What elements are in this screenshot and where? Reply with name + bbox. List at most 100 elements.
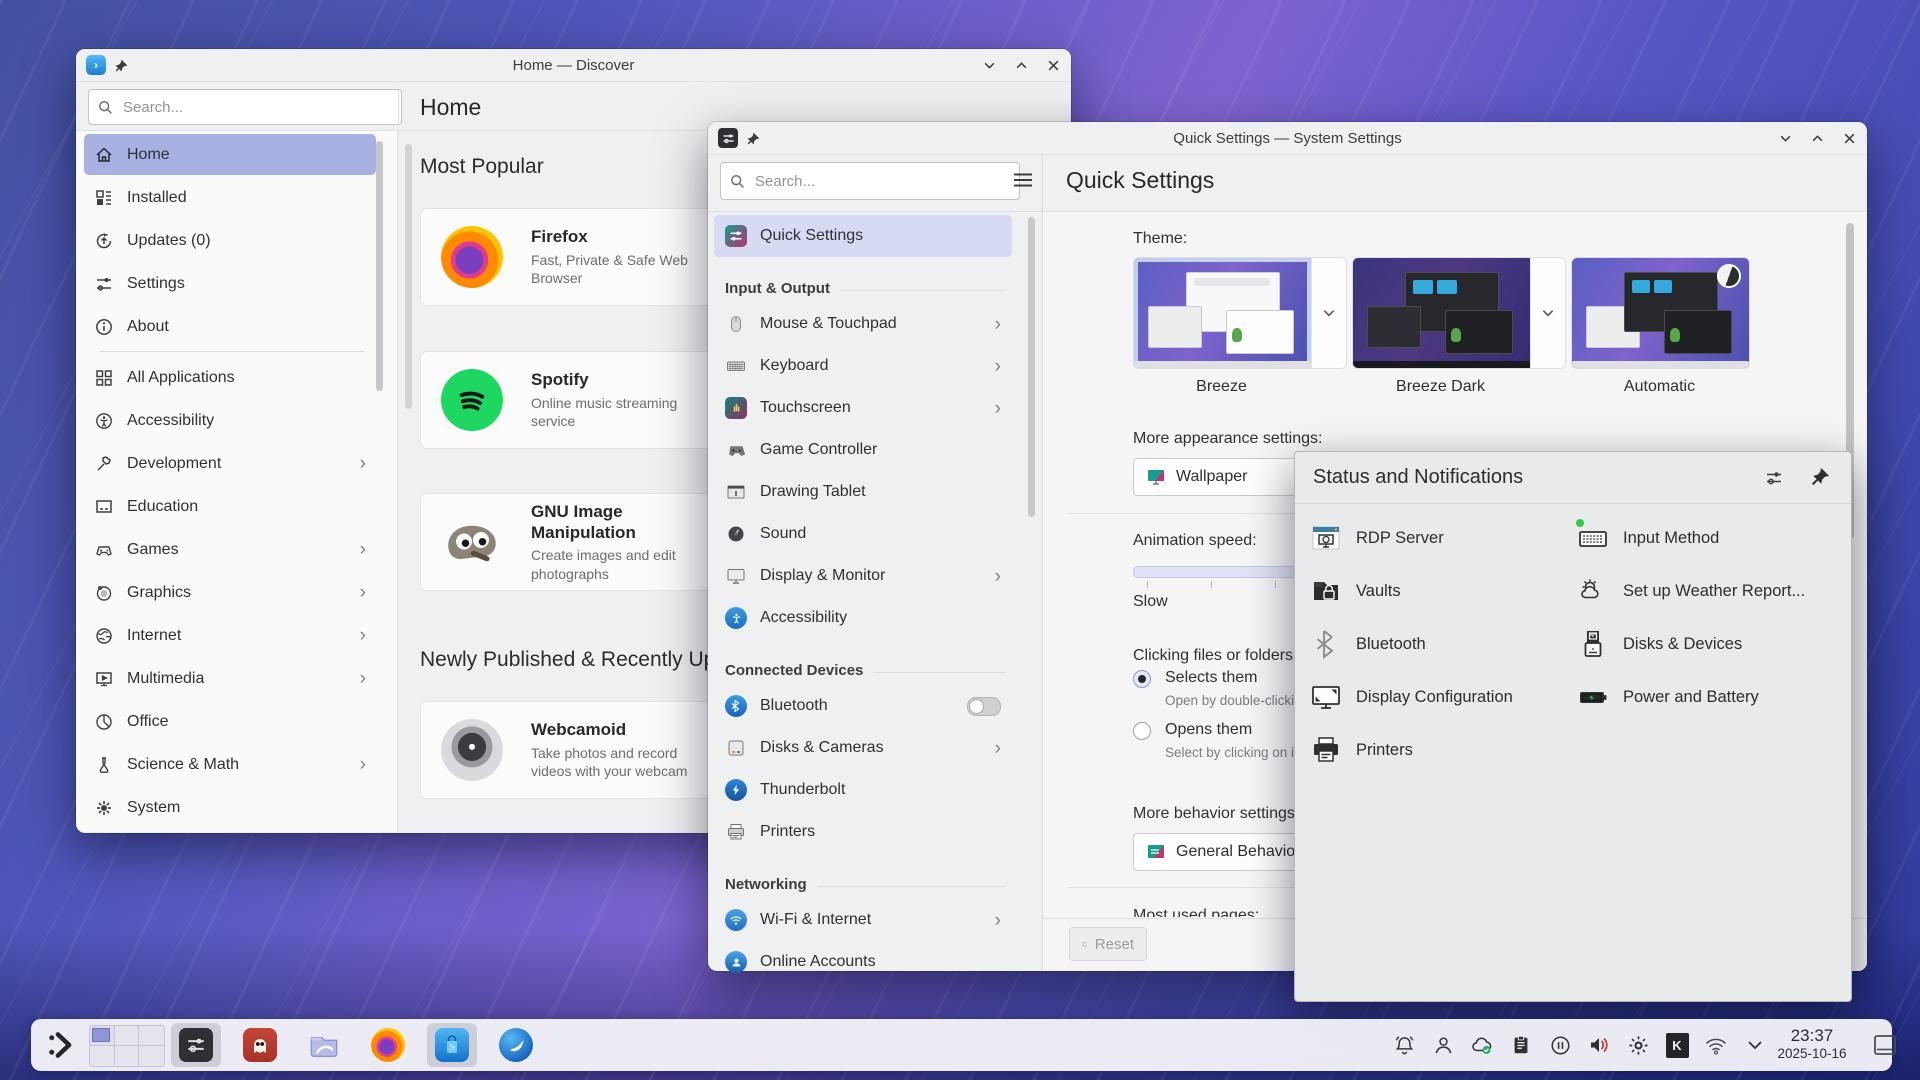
minimize-button[interactable] [981, 57, 997, 73]
sidebar-item-printers[interactable]: Printers [714, 811, 1012, 853]
application-launcher-button[interactable] [39, 1023, 83, 1067]
radio-opens-label[interactable]: Opens them [1165, 721, 1252, 739]
close-button[interactable] [1841, 130, 1857, 146]
sidebar-item-mouse-touchpad[interactable]: Mouse & Touchpad› [714, 303, 1012, 345]
theme-card-breeze-dark[interactable] [1352, 257, 1566, 369]
wifi-icon[interactable] [1704, 1033, 1728, 1057]
sidebar-item-science-math[interactable]: Science & Math› [84, 744, 376, 785]
radio-selects-label[interactable]: Selects them [1165, 669, 1257, 687]
pager-desktop-3[interactable] [139, 1026, 164, 1046]
pin-icon[interactable] [1810, 466, 1831, 487]
sidebar-item-development[interactable]: Development› [84, 443, 376, 484]
sidebar-item-disks-cameras[interactable]: Disks & Cameras› [714, 727, 1012, 769]
notifications-bell-icon[interactable] [1392, 1033, 1416, 1057]
system-settings-titlebar[interactable]: Quick Settings — System Settings [708, 122, 1867, 155]
configure-icon[interactable] [1765, 468, 1785, 488]
content-scrollbar[interactable] [405, 144, 412, 409]
sidebar-item-accessibility[interactable]: Accessibility [714, 597, 1012, 639]
sidebar-item-settings[interactable]: Settings [84, 263, 376, 304]
breeze-dark-thumbnail[interactable] [1353, 258, 1530, 368]
hamburger-menu-icon[interactable] [1012, 170, 1034, 190]
sidebar-item-internet[interactable]: Internet› [84, 615, 376, 656]
popup-item-printers[interactable]: Printers [1311, 730, 1413, 770]
theme-label: Theme: [1133, 230, 1187, 248]
breeze-variant-dropdown[interactable] [1311, 258, 1346, 368]
theme-card-breeze[interactable] [1133, 257, 1347, 369]
sidebar-item-quick-settings[interactable]: Quick Settings [714, 215, 1012, 257]
sidebar-item-home[interactable]: Home [84, 134, 376, 175]
sidebar-item-office[interactable]: Office [84, 701, 376, 742]
pager-desktop-1[interactable] [90, 1026, 115, 1046]
discover-titlebar[interactable]: › Home — Discover [76, 49, 1071, 82]
task-dolphin[interactable] [299, 1023, 349, 1067]
sidebar-item-sound[interactable]: Sound [714, 513, 1012, 555]
user-icon[interactable] [1431, 1033, 1455, 1057]
task-firefox[interactable] [363, 1023, 413, 1067]
task-discover[interactable] [427, 1023, 477, 1067]
sidebar-item-online-accounts[interactable]: Online Accounts [714, 941, 1012, 983]
sidebar-scrollbar[interactable] [376, 141, 383, 391]
sidebar-item-keyboard[interactable]: Keyboard› [714, 345, 1012, 387]
show-desktop-button[interactable] [1873, 1034, 1897, 1056]
radio-selects-them[interactable] [1133, 670, 1151, 688]
brightness-icon[interactable] [1626, 1033, 1650, 1057]
pager-desktop-5[interactable] [115, 1046, 140, 1066]
virtual-desktop-pager[interactable] [89, 1025, 165, 1067]
pager-desktop-6[interactable] [139, 1046, 164, 1066]
popup-item-vaults[interactable]: Vaults [1311, 571, 1401, 611]
bluetooth-toggle-off[interactable] [967, 697, 1001, 716]
task-ghostwriter[interactable] [235, 1023, 285, 1067]
sidebar-item-games[interactable]: Games› [84, 529, 376, 570]
popup-item-power-battery[interactable]: Power and Battery [1578, 677, 1759, 717]
sidebar-item-education[interactable]: Education [84, 486, 376, 527]
cloud-sync-icon[interactable] [1470, 1033, 1494, 1057]
sidebar-item-drawing-tablet[interactable]: Drawing Tablet [714, 471, 1012, 513]
sidebar-item-bluetooth[interactable]: Bluetooth [714, 685, 1012, 727]
settings-search-input[interactable] [753, 172, 1010, 191]
settings-search[interactable] [720, 162, 1020, 200]
discover-search[interactable] [88, 89, 402, 125]
popup-item-rdp-server[interactable]: RDP Server [1311, 518, 1444, 558]
sidebar-item-touchscreen[interactable]: Touchscreen› [714, 387, 1012, 429]
maximize-button[interactable] [1013, 57, 1029, 73]
sidebar-item-updates[interactable]: Updates (0) [84, 220, 376, 261]
discover-search-input[interactable] [121, 98, 392, 117]
sidebar-item-graphics[interactable]: Graphics› [84, 572, 376, 613]
task-falkon[interactable] [491, 1023, 541, 1067]
maximize-button[interactable] [1809, 130, 1825, 146]
volume-icon[interactable] [1587, 1033, 1611, 1057]
sidebar-item-display-monitor[interactable]: Display & Monitor› [714, 555, 1012, 597]
popup-item-bluetooth[interactable]: Bluetooth [1311, 624, 1426, 664]
expand-tray-chevron-icon[interactable] [1743, 1033, 1767, 1057]
sidebar-item-multimedia[interactable]: Multimedia› [84, 658, 376, 699]
sidebar-item-system[interactable]: System [84, 787, 376, 828]
breeze-dark-variant-dropdown[interactable] [1530, 258, 1565, 368]
settings-sidebar-scrollbar[interactable] [1028, 217, 1035, 517]
theme-card-automatic[interactable] [1571, 257, 1750, 369]
keyboard-layout-icon[interactable]: K [1665, 1033, 1689, 1057]
popup-item-input-method[interactable]: Input Method [1578, 518, 1719, 558]
pager-desktop-2[interactable] [115, 1026, 140, 1046]
task-system-settings[interactable] [171, 1023, 221, 1067]
close-button[interactable] [1045, 57, 1061, 73]
clipboard-icon[interactable] [1509, 1033, 1533, 1057]
popup-item-display-configuration[interactable]: Display Configuration [1311, 677, 1513, 717]
sidebar-item-thunderbolt[interactable]: Thunderbolt [714, 769, 1012, 811]
reset-button[interactable]: Reset [1069, 927, 1147, 961]
sidebar-item-wifi-internet[interactable]: Wi-Fi & Internet› [714, 899, 1012, 941]
automatic-thumbnail[interactable] [1572, 258, 1749, 368]
media-pause-icon[interactable] [1548, 1033, 1572, 1057]
minimize-button[interactable] [1777, 130, 1793, 146]
breeze-thumbnail[interactable] [1134, 258, 1311, 368]
pager-desktop-4[interactable] [90, 1046, 115, 1066]
sidebar-item-installed[interactable]: Installed [84, 177, 376, 218]
sidebar-item-game-controller[interactable]: Game Controller [714, 429, 1012, 471]
popup-item-weather-report[interactable]: Set up Weather Report... [1578, 571, 1805, 611]
digital-clock[interactable]: 23:37 2025-10-16 [1766, 1026, 1858, 1062]
sidebar-item-about[interactable]: About [84, 306, 376, 347]
sidebar-item-all-applications[interactable]: All Applications [84, 357, 376, 398]
popup-item-disks-devices[interactable]: Disks & Devices [1578, 624, 1742, 664]
info-icon [94, 317, 114, 337]
sidebar-item-accessibility[interactable]: Accessibility [84, 400, 376, 441]
radio-opens-them[interactable] [1133, 722, 1151, 740]
